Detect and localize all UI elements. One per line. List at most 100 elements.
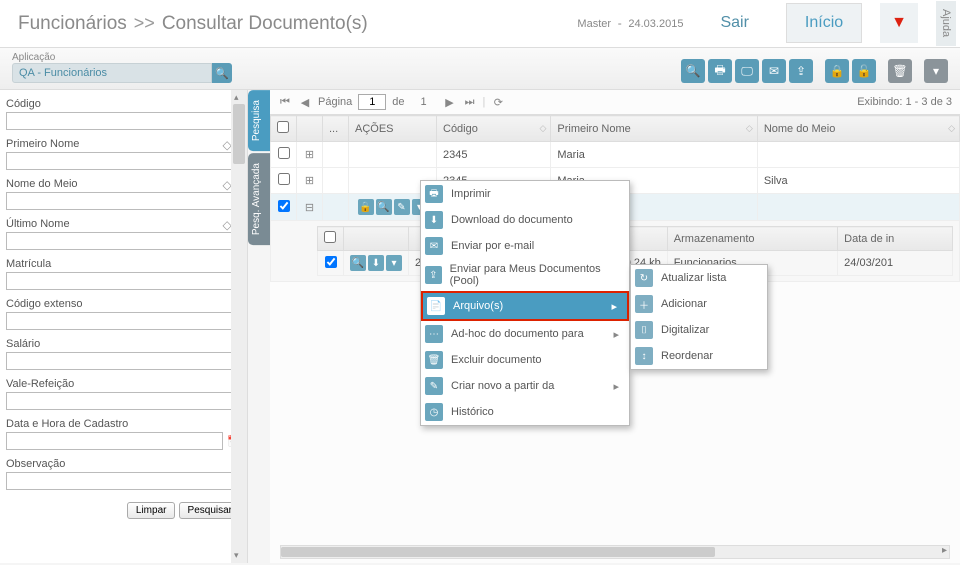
filter-input[interactable] (6, 192, 241, 210)
ctx-item-label: Ad-hoc do documento para (451, 328, 584, 340)
ctx-subitem-icon: ⌷ (635, 321, 653, 339)
monitor-icon[interactable]: 🖵 (735, 59, 759, 83)
ctx-subitem-label: Atualizar lista (661, 272, 726, 284)
ctx-item[interactable]: ⋯Ad-hoc do documento para▸ (421, 321, 629, 347)
lock-icon[interactable]: 🔒 (825, 59, 849, 83)
home-button[interactable]: Início (786, 3, 862, 43)
ctx-item[interactable]: ⇪Enviar para Meus Documentos (Pool) (421, 259, 629, 291)
filter-input[interactable] (6, 272, 241, 290)
ctx-subitem-icon: ↻ (635, 269, 653, 287)
sub-check-all[interactable] (324, 231, 336, 243)
ctx-item[interactable]: 📄Arquivo(s)▸ (421, 291, 629, 321)
ctx-item[interactable]: ◷ Histórico (421, 399, 629, 425)
content-h-scrollbar[interactable] (280, 545, 950, 559)
field-label: Código extenso (6, 298, 82, 310)
prev-page-icon[interactable]: ◀ (298, 95, 312, 109)
sub-row-checkbox[interactable] (325, 256, 337, 268)
filter-input[interactable] (6, 312, 241, 330)
ctx-item[interactable]: 🖶Imprimir (421, 181, 629, 207)
field-label: Código (6, 98, 41, 110)
filter-input[interactable] (6, 352, 241, 370)
expand-icon[interactable]: ⊟ (297, 194, 323, 221)
export-icon[interactable]: ⇪ (789, 59, 813, 83)
search-icon[interactable]: 🔍 (376, 199, 392, 215)
col-armazenamento[interactable]: Armazenamento (667, 227, 837, 251)
ctx-item-label: Arquivo(s) (453, 300, 503, 312)
menu-down-icon[interactable]: ▾ (924, 59, 948, 83)
ctx-item-icon: ⇪ (425, 266, 442, 284)
cell-nome-do-meio: Silva (757, 168, 959, 194)
ctx-item-icon: 📄 (427, 297, 445, 315)
filter-input[interactable] (6, 472, 241, 490)
unlock-icon[interactable]: 🔓 (852, 59, 876, 83)
help-tab[interactable]: Ajuda (936, 1, 956, 45)
filter-input[interactable] (6, 392, 241, 410)
module-title: Funcionários (18, 13, 127, 35)
download-icon[interactable]: ⬇ (368, 255, 384, 271)
field-label: Primeiro Nome (6, 138, 79, 150)
ctx-item[interactable]: ✉Enviar por e-mail (421, 233, 629, 259)
table-row[interactable]: ⊞2345Maria (271, 142, 960, 168)
ctx-item[interactable]: ✎Criar novo a partir da▸ (421, 373, 629, 399)
menu-icon[interactable]: ▾ (386, 255, 402, 271)
filter-input[interactable] (6, 232, 241, 250)
refresh-icon[interactable]: ⟳ (491, 95, 505, 109)
field-label: Data e Hora de Cadastro (6, 418, 128, 430)
col-codigo[interactable]: Código◇ (437, 116, 551, 142)
filter-input[interactable] (6, 112, 241, 130)
clear-button[interactable]: Limpar (127, 502, 176, 519)
breadcrumb-sep: >> (134, 13, 155, 34)
actions-context-menu[interactable]: 🖶Imprimir⬇Download do documento✉Enviar p… (420, 180, 630, 426)
search-icon[interactable]: 🔍 (350, 255, 366, 271)
row-checkbox[interactable] (278, 173, 290, 185)
page-total: 1 (411, 96, 437, 108)
ctx-item-label: Criar novo a partir da (451, 380, 554, 392)
app-search-icon[interactable]: 🔍 (212, 63, 232, 83)
col-data[interactable]: Data de in (838, 227, 953, 251)
mail-icon[interactable]: ✉ (762, 59, 786, 83)
ctx-subitem[interactable]: ↻ Atualizar lista (631, 265, 767, 291)
ctx-subitem-label: Adicionar (661, 298, 707, 310)
ctx-item-icon: ◷ (425, 403, 443, 421)
tab-pesq-avancada[interactable]: Pesq. Avançada (248, 153, 270, 245)
print-icon[interactable]: 🖶 (708, 59, 732, 83)
cell-nome-do-meio (757, 194, 959, 221)
first-page-icon[interactable]: ⏮ (278, 95, 292, 109)
filter-input[interactable] (6, 152, 241, 170)
expand-icon[interactable]: ⊞ (297, 168, 323, 194)
filter-input[interactable] (6, 432, 223, 450)
ctx-item-label: Imprimir (451, 188, 491, 200)
page-input[interactable] (358, 94, 386, 110)
ctx-subitem-label: Digitalizar (661, 324, 709, 336)
field-label: Nome do Meio (6, 178, 78, 190)
col-nome-do-meio[interactable]: Nome do Meio◇ (757, 116, 959, 142)
col-check[interactable] (271, 116, 297, 142)
sidebar-scrollbar[interactable] (231, 90, 247, 563)
edit-icon[interactable]: ✎ (394, 199, 410, 215)
expand-icon[interactable]: ⊞ (297, 142, 323, 168)
ctx-item-label: Histórico (451, 406, 494, 418)
exit-button[interactable]: Sair (701, 3, 767, 43)
tab-pesquisa[interactable]: Pesquisa (248, 90, 270, 151)
row-checkbox[interactable] (278, 147, 290, 159)
next-page-icon[interactable]: ▶ (443, 95, 457, 109)
ctx-subitem[interactable]: ⌷ Digitalizar (631, 317, 767, 343)
ctx-item-icon: ✎ (425, 377, 443, 395)
ctx-subitem[interactable]: ↕Reordenar (631, 343, 767, 369)
app-select[interactable]: QA - Funcionários (12, 63, 212, 83)
col-primeiro-nome[interactable]: Primeiro Nome◇ (551, 116, 757, 142)
ctx-item[interactable]: 🗑Excluir documento (421, 347, 629, 373)
ctx-subitem[interactable]: ＋Adicionar (631, 291, 767, 317)
app-label: Aplicação (12, 52, 232, 63)
field-label: Matrícula (6, 258, 51, 270)
trash-icon[interactable]: 🗑 (888, 59, 912, 83)
col-expand (297, 116, 323, 142)
field-label: Observação (6, 458, 65, 470)
search-icon[interactable]: 🔍 (681, 59, 705, 83)
ctx-item[interactable]: ⬇Download do documento (421, 207, 629, 233)
last-page-icon[interactable]: ⏭ (463, 95, 477, 109)
arquivos-submenu[interactable]: ↻ Atualizar lista ＋Adicionar ⌷ Digitalizar ↕R… (630, 264, 768, 370)
lock-icon[interactable]: 🔒 (358, 199, 374, 215)
row-checkbox[interactable] (278, 200, 290, 212)
alert-button[interactable]: ▼ (880, 3, 918, 43)
